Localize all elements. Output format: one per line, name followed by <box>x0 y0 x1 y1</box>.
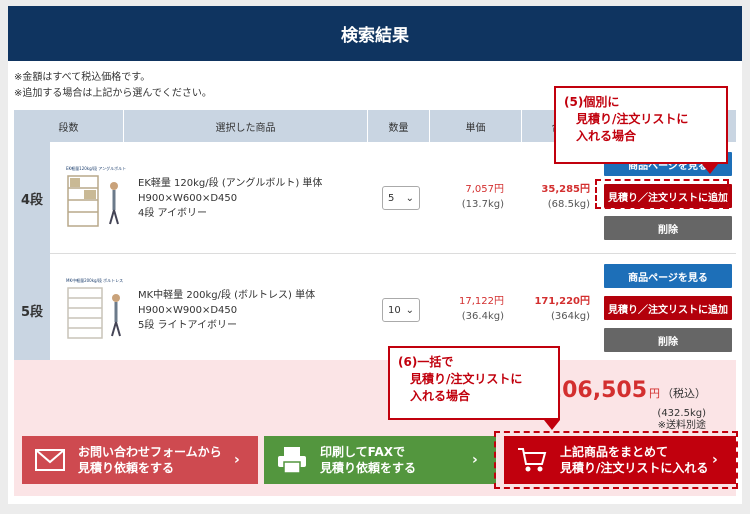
chevron-right-icon: › <box>472 452 478 468</box>
quantity-select[interactable]: 5 ⌄ <box>382 186 420 210</box>
row-total-weight: (364kg) <box>550 311 590 322</box>
quantity-value: 10 <box>388 304 401 316</box>
cta-line2: 見積り依頼をする <box>78 461 175 475</box>
product-name: MK中軽量 200kg/段 (ボルトレス) 単体 H900×W900×D450 … <box>138 288 315 333</box>
note-tax: ※金額はすべて税込価格です。 <box>14 72 151 83</box>
callout-line1: (5)個別に <box>564 95 620 109</box>
row-total-weight: (68.5kg) <box>547 199 590 210</box>
total-tax: （税込） <box>662 387 706 400</box>
product-name-line3: 5段 ライトアイボリー <box>138 320 238 331</box>
product-name-line2: H900×W600×D450 <box>138 193 238 204</box>
page-title: 検索結果 <box>8 6 742 61</box>
fax-print-button[interactable]: 印刷してFAXで 見積り依頼をする › <box>264 436 496 484</box>
callout-line1: (6)一括で <box>398 355 454 369</box>
total-price-cell: 171,220円 (364kg) <box>514 294 590 324</box>
thumbnail-caption: MK中軽量200kg/段 ボルトレス <box>66 277 123 283</box>
cta-line1: お問い合わせフォームから <box>78 445 222 459</box>
cta-line2: 見積り依頼をする <box>320 461 417 475</box>
total-yen: 円 <box>649 387 660 400</box>
printer-icon <box>274 445 310 475</box>
total-amount: 206,505 <box>546 378 647 403</box>
col-qty: 数量 <box>368 110 430 142</box>
unit-price-cell: 7,057円 (13.7kg) <box>434 182 504 212</box>
unit-price: 17,122円 <box>459 296 504 307</box>
callout-line2: 見積り/注文リストに <box>410 372 523 386</box>
notes: ※金額はすべて税込価格です。 ※追加する場合は上記から選んでください。 <box>14 70 212 102</box>
col-unit-price: 単価 <box>430 110 522 142</box>
callout-line3: 入れる場合 <box>410 389 471 403</box>
callout-line2: 見積り/注文リストに <box>576 112 689 126</box>
note-add: ※追加する場合は上記から選んでください。 <box>14 88 212 99</box>
col-tiers: 段数 <box>14 110 124 142</box>
highlight-add-button <box>595 179 729 209</box>
add-to-list-button[interactable]: 見積り／注文リストに追加 <box>604 296 732 320</box>
delete-button[interactable]: 削除 <box>604 216 732 240</box>
unit-weight: (36.4kg) <box>461 311 504 322</box>
results-panel: 検索結果 ※金額はすべて税込価格です。 ※追加する場合は上記から選んでください。… <box>8 6 742 504</box>
callout-arrow-bulk <box>544 420 560 430</box>
product-name: EK軽量 120kg/段 (アングルボルト) 単体 H900×W600×D450… <box>138 176 322 221</box>
callout-individual: (5)個別に 見積り/注文リストに 入れる場合 <box>554 86 728 164</box>
total-price-cell: 35,285円 (68.5kg) <box>514 182 590 212</box>
product-name-line1: MK中軽量 200kg/段 (ボルトレス) 単体 <box>138 290 316 301</box>
callout-line3: 入れる場合 <box>576 129 637 143</box>
product-thumbnail: EK軽量120kg/段 アングルボルト <box>66 165 126 227</box>
tier-label: 4段 <box>14 142 50 254</box>
thumbnail-caption: EK軽量120kg/段 アングルボルト <box>66 165 126 171</box>
total-weight-block: (432.5kg) ※送料別途 <box>657 408 706 432</box>
table-row: 5段 MK中軽量200kg/段 ボルトレス MK中軽量 200kg/段 (ボルト… <box>14 254 736 366</box>
cta-line1: 印刷してFAXで <box>320 445 405 459</box>
row-total-price: 171,220円 <box>534 296 590 307</box>
quantity-value: 5 <box>388 192 395 204</box>
chevron-down-icon: ⌄ <box>405 192 414 204</box>
col-product: 選択した商品 <box>124 110 368 142</box>
chevron-down-icon: ⌄ <box>405 304 414 316</box>
quantity-select[interactable]: 10 ⌄ <box>382 298 420 322</box>
unit-weight: (13.7kg) <box>461 199 504 210</box>
delete-button[interactable]: 削除 <box>604 328 732 352</box>
product-name-line3: 4段 アイボリー <box>138 208 208 219</box>
tier-label: 5段 <box>14 254 50 366</box>
product-thumbnail: MK中軽量200kg/段 ボルトレス <box>66 277 123 339</box>
mail-icon <box>32 445 68 475</box>
unit-price: 7,057円 <box>465 184 504 195</box>
contact-form-button[interactable]: お問い合わせフォームから 見積り依頼をする › <box>22 436 258 484</box>
product-name-line1: EK軽量 120kg/段 (アングルボルト) 単体 <box>138 178 323 189</box>
product-name-line2: H900×W900×D450 <box>138 305 238 316</box>
chevron-right-icon: › <box>234 452 240 468</box>
highlight-bulk-button <box>494 431 738 489</box>
total-weight: (432.5kg) <box>657 408 706 419</box>
product-page-button[interactable]: 商品ページを見る <box>604 264 732 288</box>
callout-arrow-individual <box>702 164 718 174</box>
row-total-price: 35,285円 <box>541 184 590 195</box>
unit-price-cell: 17,122円 (36.4kg) <box>434 294 504 324</box>
callout-bulk: (6)一括で 見積り/注文リストに 入れる場合 <box>388 346 560 420</box>
